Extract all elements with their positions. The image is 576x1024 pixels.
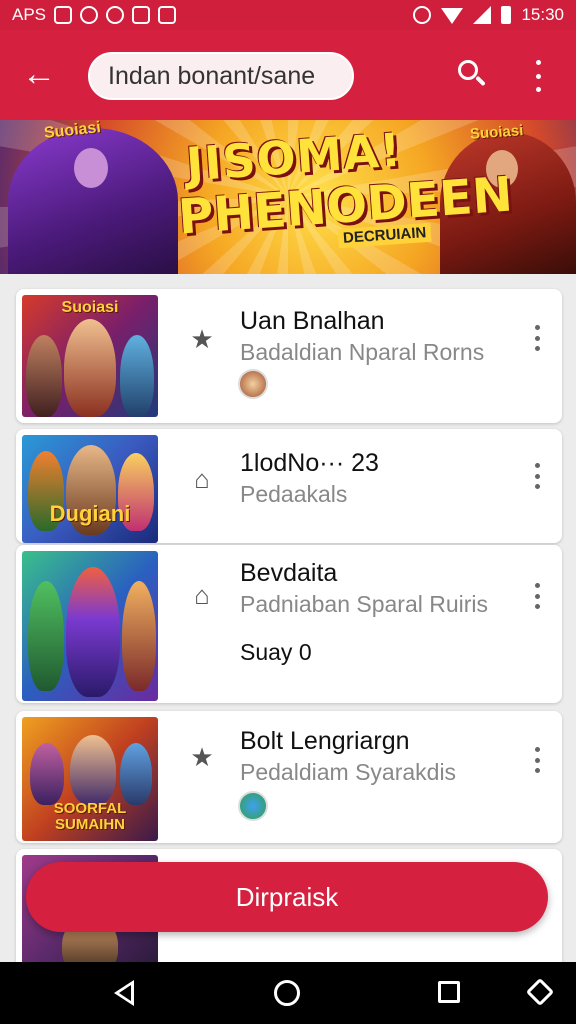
avatar [238,791,268,821]
status-bar: APS 15:30 [0,0,576,30]
item-subtitle: Pedaakals [240,481,348,507]
item-overflow-icon[interactable] [530,325,544,351]
star-icon: ★ [190,324,214,354]
primary-action-button[interactable]: Dirpraisk [26,862,548,932]
shop-icon [158,6,177,24]
system-nav-bar [0,962,576,1024]
shield-icon: ⌂ [194,580,210,610]
wifi-icon [441,8,464,24]
list-item[interactable]: ⌂ Bevdaita Padniaban Sparal Ruiris Suay … [16,545,562,703]
avatar [238,369,268,399]
game-thumbnail [22,551,158,701]
carrier-label: APS [12,5,47,24]
list-item[interactable]: SOORFAL SUMAIHN ★ Bolt Lengriargn Pedald… [16,711,562,843]
banner-character-left [8,128,178,274]
nav-home-icon[interactable] [274,980,300,1006]
list-item[interactable]: Dugiani ⌂ 1lodNo··· 23 Pedaakals [16,429,562,543]
nav-rotate-icon[interactable] [525,977,555,1007]
item-overflow-icon[interactable] [530,583,544,609]
item-subtitle: Padniaban Sparal Ruiris [240,591,489,617]
list-item[interactable]: Suoiasi ★ Uan Bnalhan Badaldian Nparal R… [16,289,562,423]
item-subtitle: Badaldian Nparal Rorns [240,339,485,365]
item-title: Bolt Lengriargn [240,727,410,755]
overflow-menu-icon[interactable] [528,60,548,92]
battery-icon [501,6,512,24]
item-overflow-icon[interactable] [530,747,544,773]
item-extra: Suay 0 [240,639,312,665]
app-bar: ← Indan bonant/sane [0,30,576,120]
game-thumbnail: SOORFAL SUMAIHN [22,717,158,841]
promo-banner[interactable]: Suoiasi Suoiasi JISOMA! PHENODEEN DECRUI… [0,120,576,274]
game-thumbnail: Suoiasi [22,295,158,417]
item-subtitle: Pedaldiam Syarakdis [240,759,457,785]
message-icon [132,6,151,24]
game-thumbnail: Dugiani [22,435,158,543]
app-notification-icon [80,6,99,24]
item-title: Bevdaita [240,559,338,587]
item-title: 1lodNo··· 23 [240,449,379,477]
search-field[interactable]: Indan bonant/sane [88,52,354,100]
clock: 15:30 [521,5,564,24]
back-arrow-icon[interactable]: ← [22,56,62,96]
building-icon: ⌂ [194,464,210,494]
nav-back-icon[interactable] [114,980,134,1006]
signal-icon [473,6,492,24]
qr-icon [54,6,73,24]
item-title: Uan Bnalhan [240,307,385,335]
item-overflow-icon[interactable] [530,463,544,489]
search-icon[interactable] [456,58,490,92]
alarm-icon [413,6,432,24]
nav-recents-icon[interactable] [438,981,460,1003]
star-icon: ★ [190,742,214,772]
sync-icon [106,6,125,24]
